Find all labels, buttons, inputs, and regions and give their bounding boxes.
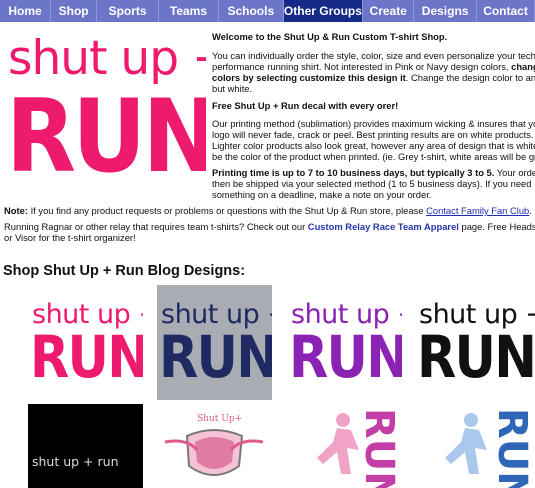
- intro-line-1: You can individually order the style, co…: [212, 50, 535, 61]
- nav-designs[interactable]: Designs: [414, 0, 478, 22]
- hero-logo: shut up + RUN: [6, 28, 206, 193]
- design-thumb-blue-runner[interactable]: RUN: [415, 404, 535, 488]
- printing-line-4: be the color of the product when printed…: [212, 151, 535, 162]
- design-thumb-pink[interactable]: shut up + RUN: [28, 285, 143, 400]
- nav-schools[interactable]: Schools: [219, 0, 284, 22]
- timing-line-2: then be shipped via your selected method…: [212, 178, 532, 189]
- nav-shop[interactable]: Shop: [51, 0, 98, 22]
- design-thumb-black[interactable]: shut up + RUN: [415, 285, 535, 400]
- intro-line-2: performance running shirt. Not intereste…: [212, 61, 535, 72]
- design-thumb-text: shut up + run: [32, 454, 119, 469]
- nav-create[interactable]: Create: [363, 0, 415, 22]
- design-thumb-black-glitter[interactable]: shut up + run: [28, 404, 143, 488]
- contact-family-fan-club-link[interactable]: Contact Family Fan Club: [426, 205, 529, 216]
- intro-line-3: colors by selecting customize this desig…: [212, 72, 535, 83]
- design-thumb-shield[interactable]: Shut Up+: [157, 404, 272, 488]
- nav-contact[interactable]: Contact: [477, 0, 535, 22]
- timing-line-3: something on a deadline, make a note on …: [212, 189, 432, 200]
- printing-line-3: Lighter color products also look great, …: [212, 140, 535, 151]
- design-thumb-text: Shut Up+: [197, 414, 243, 424]
- nav-sports[interactable]: Sports: [97, 0, 160, 22]
- note-line: Note: If you find any product requests o…: [4, 205, 532, 216]
- intro-line-4: but white.: [212, 83, 253, 94]
- decal-line: Free Shut Up + Run decal with every orer…: [212, 100, 399, 111]
- design-thumb-vertical-run: RUN: [489, 408, 535, 488]
- design-thumb-purple[interactable]: shut up + RUN: [287, 285, 402, 400]
- hero-logo-run-text: RUN: [6, 77, 206, 193]
- ragnar-line-2: or Visor for the t-shirt organizer!: [4, 232, 136, 243]
- design-thumb-run-text: RUN: [289, 323, 402, 391]
- design-thumb-vertical-run: RUN: [356, 408, 402, 488]
- nav-teams[interactable]: Teams: [159, 0, 219, 22]
- ragnar-line-1: Running Ragnar or other relay that requi…: [4, 221, 535, 232]
- printing-line-2: logo will never fade, crack or peel. Bes…: [212, 129, 534, 140]
- design-thumb-run-text: RUN: [159, 323, 272, 391]
- designs-section-title: Shop Shut Up + Run Blog Designs:: [3, 263, 246, 279]
- intro-title: Welcome to the Shut Up & Run Custom T-sh…: [212, 31, 448, 42]
- design-thumb-run-text: RUN: [417, 323, 535, 391]
- nav-other-groups[interactable]: Other Groups: [283, 0, 364, 22]
- top-nav: Home Shop Sports Teams Schools Other Groups Cr…: [0, 0, 535, 22]
- design-thumb-pink-runner[interactable]: RUN: [287, 404, 402, 488]
- design-thumb-run-text: RUN: [30, 323, 143, 391]
- nav-home[interactable]: Home: [0, 0, 52, 22]
- design-thumb-navy[interactable]: shut up + RUN: [157, 285, 272, 400]
- relay-apparel-link[interactable]: Custom Relay Race Team Apparel: [308, 221, 459, 232]
- timing-line-1: Printing time is up to 7 to 10 business …: [212, 167, 535, 178]
- printing-line-1: Our printing method (sublimation) provid…: [212, 118, 535, 129]
